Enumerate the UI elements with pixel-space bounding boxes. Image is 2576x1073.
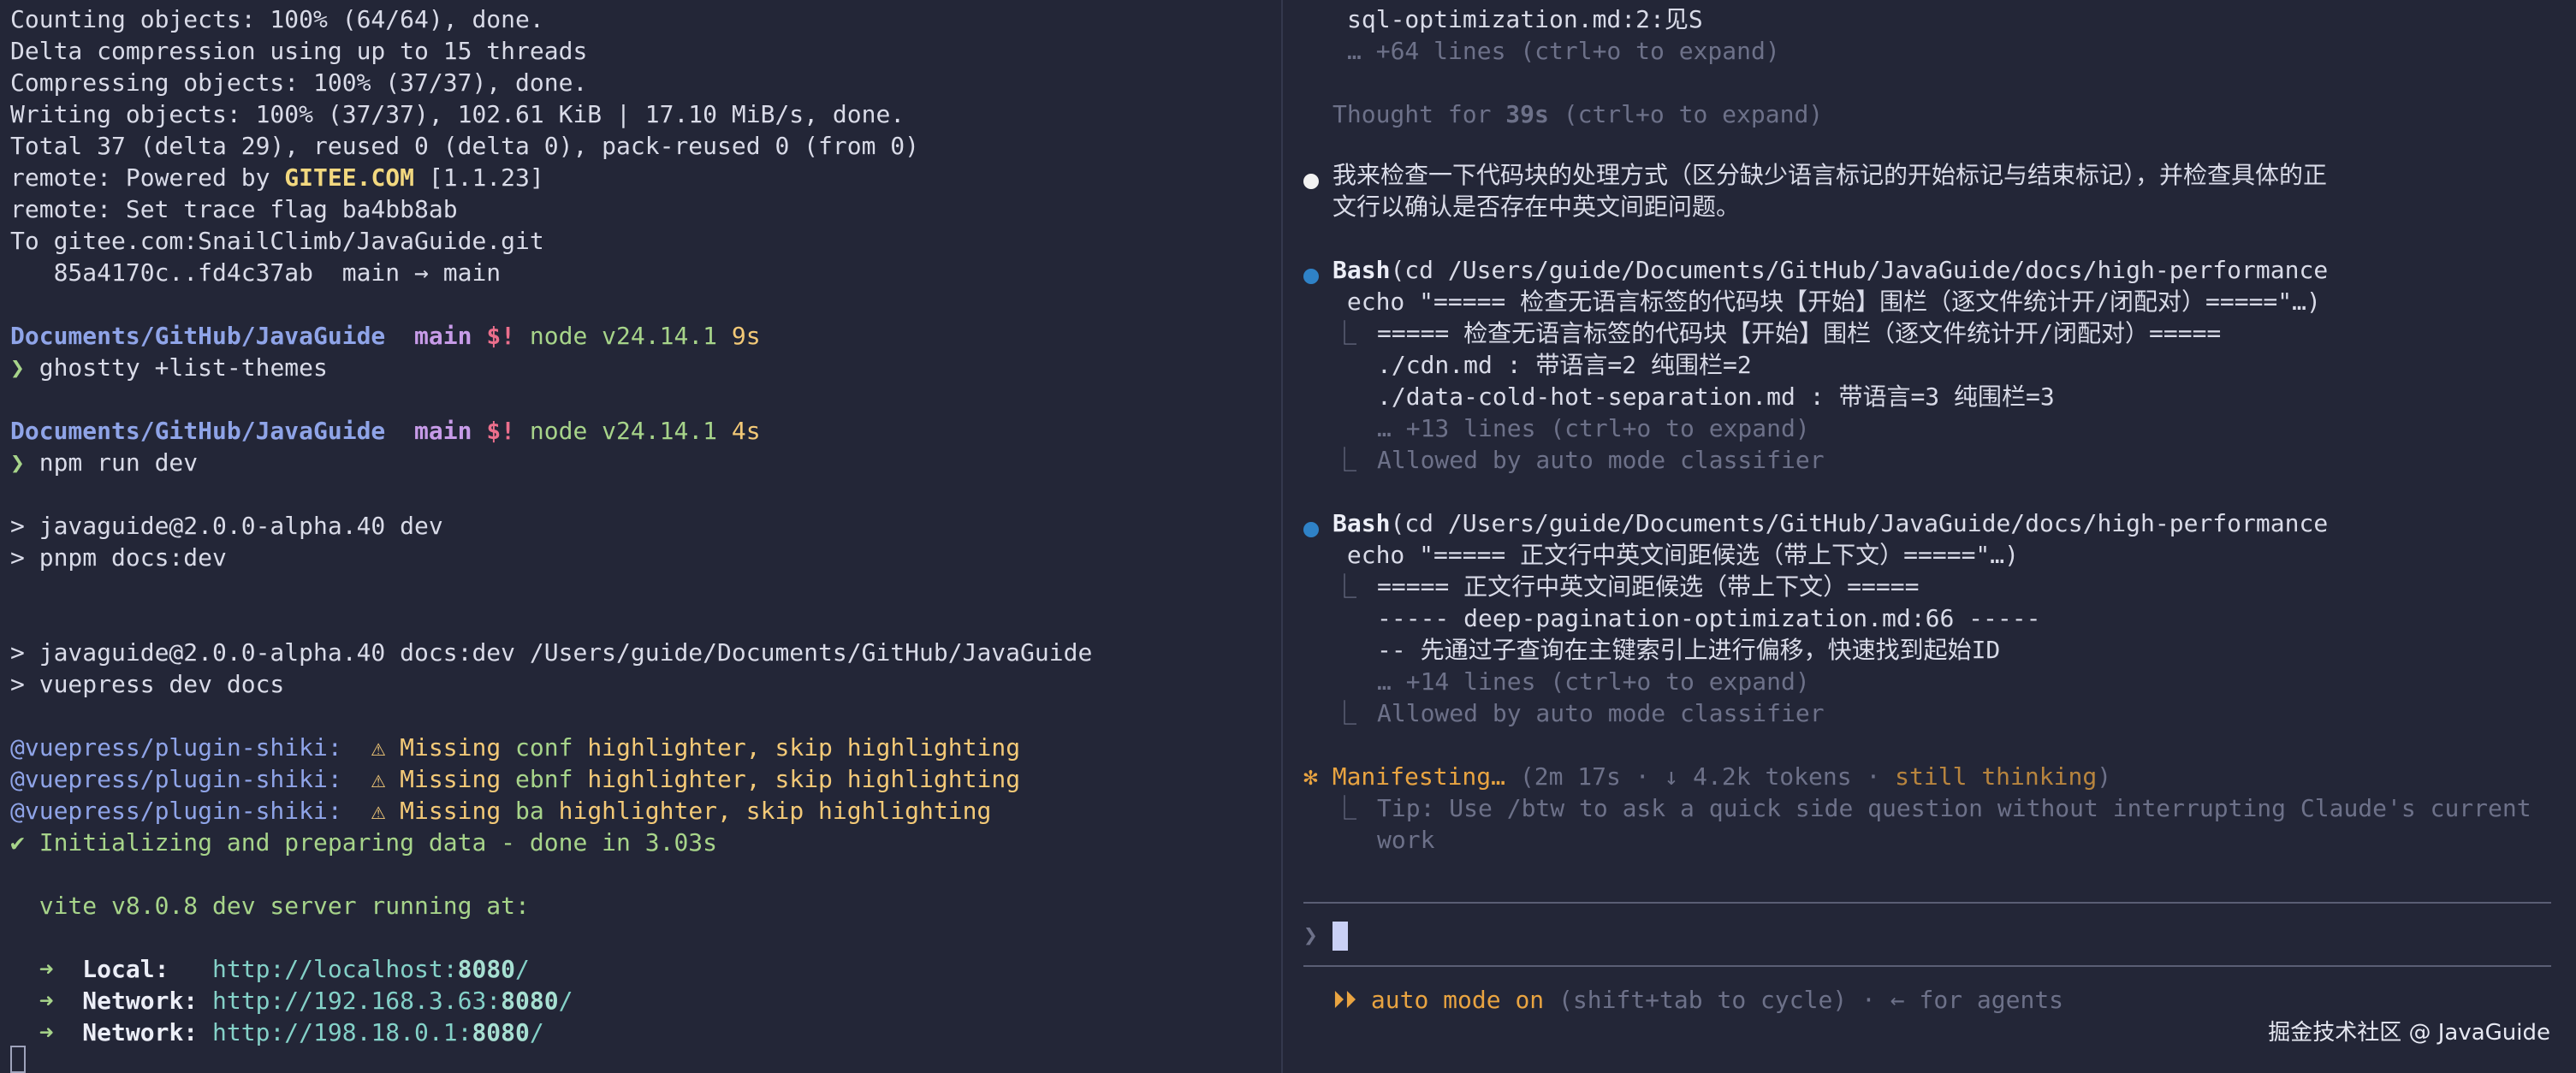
server-url-network: ➜ Network: http://198.18.0.1:8080/ (39, 1018, 544, 1046)
permission-note: Allowed by auto mode classifier (1377, 446, 1825, 474)
warning-icon: ⚠ (371, 733, 386, 762)
tip-text: work (1377, 826, 1435, 854)
terminal-cursor (10, 1042, 26, 1073)
prompt-status: $! (486, 417, 516, 445)
git-output-line: To gitee.com:SnailClimb/JavaGuide.git (10, 227, 544, 255)
result-corner-icon: ⎿ (1333, 699, 1357, 727)
git-output-line: Delta compression using up to 15 threads (10, 37, 588, 65)
terminal-window: Counting objects: 100% (64/64), done. De… (0, 0, 2576, 1073)
assistant-message: 我来检查一下代码块的处理方式（区分缺少语言标记的开始标记与结束标记），并检查具体… (1333, 161, 2328, 189)
prompt-input[interactable]: ❯ (1303, 919, 1348, 951)
tool-result-line: -- 先通过子查询在主键索引上进行偏移，快速找到起始ID (1377, 636, 2001, 664)
git-output-line: Writing objects: 100% (37/37), 102.61 Ki… (10, 100, 905, 128)
npm-output-line: > javaguide@2.0.0-alpha.40 dev (10, 512, 443, 540)
npm-output-line: > vuepress dev docs (10, 670, 285, 698)
spinner-star-icon: ✻ (1303, 762, 1318, 791)
git-output-line: 85a4170c..fd4c37ab main → main (10, 258, 502, 287)
expand-hint[interactable]: … +14 lines (ctrl+o to expand) (1377, 666, 1810, 697)
npm-output-line: > pnpm docs:dev (10, 543, 227, 572)
permission-note: Allowed by auto mode classifier (1377, 699, 1825, 727)
tool-result-line: ./data-cold-hot-separation.md : 带语言=3 纯围… (1377, 382, 2055, 411)
prompt-duration: 4s (731, 417, 761, 445)
init-status: ✔ Initializing and preparing data - done… (10, 828, 718, 857)
result-corner-icon: ⎿ (1333, 794, 1357, 822)
tool-result-line: ===== 正文行中英文间距候选（带上下文）===== (1377, 572, 1920, 601)
prompt-node-version: node v24.14.1 (529, 322, 718, 350)
shiki-warning: @vuepress/plugin-shiki: ⚠ Missing ba hig… (10, 797, 992, 825)
watermark: 掘金技术社区 @ JavaGuide (2268, 1020, 2550, 1046)
fast-forward-icon: ⏵⏵ (1333, 986, 1357, 1014)
network-link[interactable]: http://198.18.0.1:8080/ (212, 1018, 544, 1046)
server-url-local: ➜ Local: http://localhost:8080/ (39, 955, 530, 983)
result-corner-icon: ⎿ (1333, 446, 1357, 474)
thinking-status: ✻ Manifesting… (2m 17s · ↓ 4.2k tokens ·… (1303, 762, 2112, 791)
npm-output-line: > javaguide@2.0.0-alpha.40 docs:dev /Use… (10, 638, 1093, 667)
tool-result-line: ./cdn.md : 带语言=2 纯围栏=2 (1377, 351, 1752, 379)
input-bottom-border (1303, 965, 2551, 967)
prompt-arrow-icon: ❯ (10, 448, 25, 477)
prompt-arrow-icon: ❯ (10, 353, 25, 382)
prompt-branch: main (414, 417, 472, 445)
result-corner-icon: ⎿ (1333, 572, 1357, 601)
shell-prompt: Documents/GitHub/JavaGuide main $! node … (10, 415, 761, 447)
cursor-icon (1332, 922, 1348, 951)
network-link[interactable]: http://192.168.3.63:8080/ (212, 987, 573, 1015)
tool-call-header: Bash(cd /Users/guide/Documents/GitHub/Ja… (1333, 509, 2329, 537)
result-corner-icon: ⎿ (1333, 319, 1357, 347)
tool-call-command: echo "===== 正文行中英文间距候选（带上下文）====="…) (1333, 541, 2020, 569)
shell-command: ❯ npm run dev (10, 448, 199, 477)
arrow-right-icon: ➜ (39, 1018, 54, 1046)
shiki-warning: @vuepress/plugin-shiki: ⚠ Missing ebnf h… (10, 765, 1021, 793)
vite-banner: vite v8.0.8 dev server running at: (10, 892, 530, 920)
shell-command: ❯ ghostty +list-themes (10, 353, 328, 382)
assistant-message: 文行以确认是否存在中英文间距问题。 (1333, 193, 1741, 221)
cursor-icon (10, 1046, 26, 1073)
warning-icon: ⚠ (371, 797, 386, 825)
git-output-line: Counting objects: 100% (64/64), done. (10, 5, 544, 33)
expand-hint[interactable]: … +64 lines (ctrl+o to expand) (1347, 35, 1780, 67)
right-terminal-pane[interactable]: sql-optimization.md:2:见S … +64 lines (ct… (1283, 0, 2576, 1073)
tool-call-header: Bash(cd /Users/guide/Documents/GitHub/Ja… (1333, 256, 2329, 284)
git-remote-line: remote: Powered by GITEE.COM [1.1.23] (10, 163, 544, 192)
left-terminal-pane[interactable]: Counting objects: 100% (64/64), done. De… (0, 0, 1281, 1073)
prompt-path: Documents/GitHub/JavaGuide (10, 322, 386, 350)
server-url-network: ➜ Network: http://192.168.3.63:8080/ (39, 987, 573, 1015)
git-output-line: remote: Set trace flag ba4bb8ab (10, 195, 458, 223)
input-top-border (1303, 902, 2551, 904)
tool-status-icon (1303, 259, 1319, 291)
assistant-bullet-icon (1303, 164, 1319, 196)
warning-icon: ⚠ (371, 765, 386, 793)
git-output-line: Total 37 (delta 29), reused 0 (delta 0),… (10, 132, 920, 160)
prompt-duration: 9s (731, 322, 761, 350)
arrow-right-icon: ➜ (39, 987, 54, 1015)
thought-summary[interactable]: Thought for 39s (ctrl+o to expand) (1333, 98, 1823, 130)
prompt-path: Documents/GitHub/JavaGuide (10, 417, 386, 445)
tip-text: Tip: Use /btw to ask a quick side questi… (1377, 794, 2531, 822)
tool-output-line: sql-optimization.md:2:见S (1347, 5, 1703, 33)
expand-hint[interactable]: … +13 lines (ctrl+o to expand) (1377, 412, 1810, 444)
prompt-branch: main (414, 322, 472, 350)
prompt-status: $! (486, 322, 516, 350)
tool-call-command: echo "===== 检查无语言标签的代码块【开始】围栏（逐文件统计开/闭配对… (1333, 288, 2321, 316)
git-output-line: Compressing objects: 100% (37/37), done. (10, 68, 588, 97)
arrow-right-icon: ➜ (39, 955, 54, 983)
tool-result-line: ----- deep-pagination-optimization.md:66… (1377, 604, 2041, 632)
localhost-link[interactable]: http://localhost:8080/ (212, 955, 530, 983)
mode-indicator[interactable]: ⏵⏵ auto mode on (shift+tab to cycle) · ←… (1333, 984, 2063, 1016)
shell-prompt: Documents/GitHub/JavaGuide main $! node … (10, 320, 761, 352)
input-prompt-icon: ❯ (1303, 921, 1318, 949)
tool-status-icon (1303, 513, 1319, 544)
remote-host: GITEE.COM (284, 163, 415, 192)
shiki-warning: @vuepress/plugin-shiki: ⚠ Missing conf h… (10, 733, 1021, 762)
prompt-node-version: node v24.14.1 (529, 417, 718, 445)
tool-result-line: ===== 检查无语言标签的代码块【开始】围栏（逐文件统计开/闭配对）===== (1377, 319, 2222, 347)
